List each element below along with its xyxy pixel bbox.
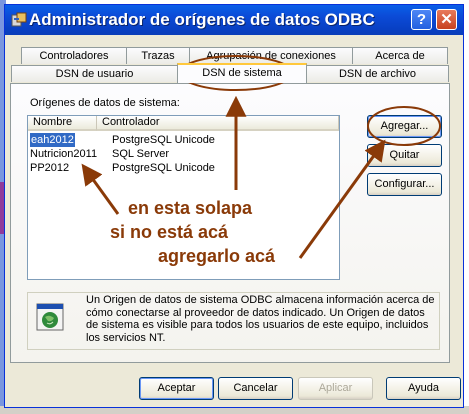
list-item-name: eah2012 (30, 133, 75, 147)
help-title-button[interactable]: ? (411, 9, 432, 30)
odbc-app-icon (11, 12, 27, 27)
list-item[interactable]: eah2012 PostgreSQL Unicode (30, 133, 330, 147)
help-button[interactable]: Ayuda (386, 377, 461, 400)
annotation-line-2: si no está acá (110, 222, 229, 242)
list-item[interactable]: Nutricion2011 SQL Server (30, 147, 330, 161)
window-title: Administrador de orígenes de datos ODBC (29, 10, 375, 29)
tab-dsn-sistema[interactable]: DSN de sistema (177, 63, 307, 83)
list-item-driver: PostgreSQL Unicode (112, 162, 215, 174)
configure-button[interactable]: Configurar... (367, 173, 442, 196)
close-button[interactable]: ✕ (436, 9, 457, 30)
column-header-controlador[interactable]: Controlador (97, 116, 339, 131)
cancel-button[interactable]: Cancelar (218, 377, 293, 400)
system-sources-label: Orígenes de datos de sistema: (30, 97, 180, 109)
list-item-name: PP2012 (30, 162, 70, 174)
info-box: Un Origen de datos de sistema ODBC almac… (27, 292, 440, 350)
apply-button[interactable]: Aplicar (298, 377, 373, 400)
annotation-line-1: en esta solapa (128, 198, 253, 218)
info-text: Un Origen de datos de sistema ODBC almac… (86, 294, 435, 344)
tab-trazas[interactable]: Trazas (126, 47, 190, 64)
annotation-line-3: agregarlo acá (158, 246, 276, 266)
tab-controladores[interactable]: Controladores (21, 47, 127, 64)
tab-acerca-de[interactable]: Acerca de (352, 47, 448, 64)
tab-dsn-archivo[interactable]: DSN de archivo (306, 65, 449, 82)
list-item[interactable]: PP2012 PostgreSQL Unicode (30, 161, 330, 175)
ok-button[interactable]: Aceptar (139, 377, 214, 400)
title-bar[interactable]: Administrador de orígenes de datos ODBC … (5, 5, 463, 35)
remove-button[interactable]: Quitar (367, 144, 442, 167)
column-header-nombre[interactable]: Nombre (28, 116, 97, 131)
odbc-globe-icon (36, 303, 64, 331)
list-item-name: Nutricion2011 (30, 148, 98, 160)
list-item-driver: SQL Server (112, 148, 170, 160)
add-button[interactable]: Agregar... (367, 115, 442, 138)
tab-dsn-usuario[interactable]: DSN de usuario (11, 65, 178, 82)
tab-agrupacion-conexiones[interactable]: Agrupación de conexiones (189, 47, 353, 64)
list-item-driver: PostgreSQL Unicode (112, 134, 215, 146)
